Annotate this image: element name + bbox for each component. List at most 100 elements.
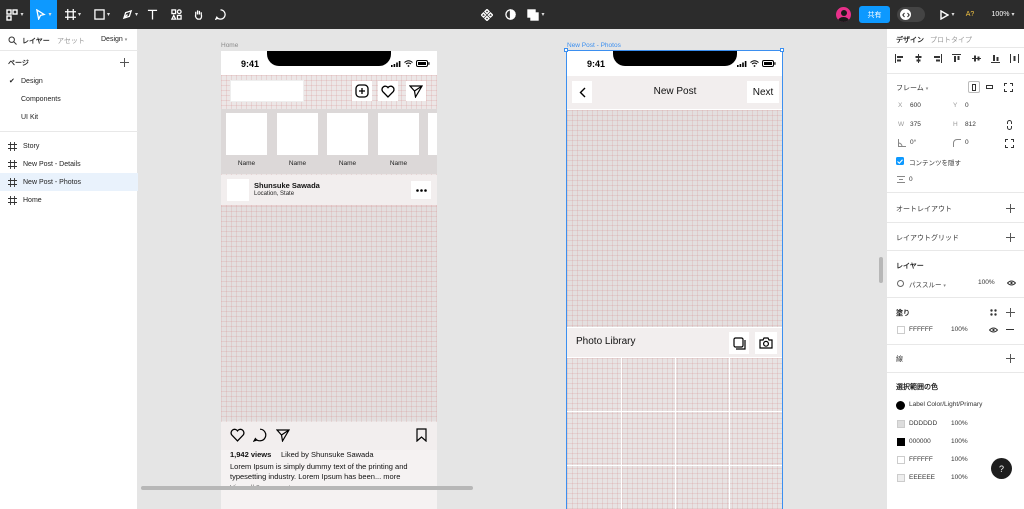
story-thumbnail[interactable] (226, 113, 267, 155)
align-right-icon[interactable] (933, 54, 943, 63)
pen-tool-button[interactable]: ▾ (117, 0, 143, 29)
landscape-toggle[interactable] (983, 81, 995, 93)
frame-label-new-post-photos[interactable]: New Post - Photos (567, 42, 621, 49)
move-tool-button[interactable]: ▾ (30, 0, 57, 29)
eye-icon[interactable] (1007, 280, 1016, 286)
vertical-scrollbar[interactable] (879, 257, 883, 283)
selection-color-hex[interactable]: EEEEEE (909, 474, 935, 481)
selection-color-swatch[interactable] (897, 456, 905, 464)
fill-hex-input[interactable]: FFFFFF (909, 326, 933, 333)
post-avatar[interactable] (227, 179, 249, 201)
post-image[interactable] (221, 206, 437, 421)
align-center-icon[interactable] (914, 54, 923, 63)
height-input[interactable]: 812 (965, 121, 976, 128)
layer-item-home[interactable]: Home (0, 191, 138, 209)
selection-color-hex[interactable]: FFFFFF (909, 456, 933, 463)
components-button[interactable] (478, 0, 496, 29)
tab-prototype[interactable]: プロトタイプ (930, 35, 972, 45)
story-thumbnail[interactable] (277, 113, 318, 155)
post-location[interactable]: Location, State (254, 191, 294, 197)
post-more-button[interactable] (411, 181, 431, 199)
post-liked-by[interactable]: Liked by Shunsuke Sawada (281, 450, 374, 459)
x-input[interactable]: 600 (910, 102, 921, 109)
constrain-proportions-icon[interactable] (1006, 120, 1013, 130)
add-page-icon[interactable] (120, 58, 129, 67)
spacing-input[interactable]: 0 (909, 176, 913, 183)
frame-section-title[interactable]: フレーム ▾ (896, 83, 928, 93)
fill-color-swatch[interactable] (897, 326, 905, 334)
tab-design[interactable]: デザイン (896, 35, 924, 45)
resize-handle[interactable] (780, 48, 784, 52)
avatar[interactable] (836, 7, 851, 22)
comment-tool-button[interactable] (211, 0, 229, 29)
add-stroke-icon[interactable] (1006, 354, 1015, 363)
color-style-swatch[interactable] (896, 401, 905, 410)
like-heart-icon[interactable] (230, 428, 245, 442)
add-layout-grid-icon[interactable] (1006, 233, 1015, 242)
selection-color-opacity[interactable]: 100% (951, 456, 968, 463)
layer-opacity-input[interactable]: 100% (978, 279, 995, 286)
share-send-icon[interactable] (276, 428, 290, 442)
layer-item-new-post-details[interactable]: New Post - Details (0, 155, 138, 173)
add-fill-icon[interactable] (1006, 308, 1015, 317)
portrait-toggle[interactable] (968, 81, 980, 93)
resize-handle[interactable] (564, 48, 568, 52)
frame-label-home[interactable]: Home (221, 42, 238, 49)
selection-color-hex[interactable]: 000000 (909, 438, 931, 445)
hand-tool-button[interactable] (189, 0, 207, 29)
corner-radius-input[interactable]: 0 (965, 139, 969, 146)
text-tool-button[interactable] (143, 0, 161, 29)
share-button[interactable]: 共有 (859, 6, 890, 23)
width-input[interactable]: 375 (910, 121, 921, 128)
bookmark-icon[interactable] (416, 428, 427, 442)
activity-button[interactable] (378, 81, 398, 101)
present-button[interactable]: ▾ (936, 0, 958, 29)
help-button[interactable]: ? (991, 458, 1012, 479)
resources-button[interactable] (167, 0, 185, 29)
missing-fonts-badge[interactable]: A? (963, 0, 977, 29)
remove-fill-icon[interactable] (1006, 329, 1014, 330)
search-icon[interactable] (8, 36, 17, 45)
horizontal-scrollbar[interactable] (141, 486, 473, 490)
fill-opacity-input[interactable]: 100% (951, 326, 968, 333)
page-item-ui-kit[interactable]: UI Kit (0, 108, 138, 126)
styles-grid-icon[interactable] (990, 309, 997, 316)
clip-content-label[interactable]: コンテンツを隠す (909, 157, 961, 167)
resize-to-fit-icon[interactable] (1004, 83, 1013, 92)
selection-color-opacity[interactable]: 100% (951, 420, 968, 427)
align-bottom-icon[interactable] (990, 54, 1000, 63)
shape-tool-button[interactable]: ▾ (89, 0, 115, 29)
new-post-button[interactable] (352, 81, 372, 101)
layer-item-new-post-photos[interactable]: New Post - Photos (0, 173, 138, 191)
align-left-icon[interactable] (895, 54, 904, 63)
boolean-ops-button[interactable]: ▾ (525, 0, 547, 29)
page-dropdown[interactable]: Design ▾ (101, 36, 127, 43)
selection-color-swatch[interactable] (897, 420, 905, 428)
clip-content-checkbox[interactable] (896, 157, 904, 165)
dev-mode-toggle[interactable] (897, 7, 925, 22)
selection-color-swatch[interactable] (897, 438, 905, 446)
main-menu-button[interactable]: ▾ (4, 0, 26, 29)
selection-color-opacity[interactable]: 100% (951, 438, 968, 445)
frame-tool-button[interactable]: ▾ (60, 0, 86, 29)
independent-corners-icon[interactable] (1005, 139, 1014, 148)
rotation-input[interactable]: 0° (910, 139, 916, 146)
layer-item-story[interactable]: Story (0, 137, 138, 155)
add-auto-layout-icon[interactable] (1006, 204, 1015, 213)
tab-assets[interactable]: アセット (57, 36, 85, 46)
page-item-design[interactable]: ✔ Design (0, 72, 138, 90)
selection-color-opacity[interactable]: 100% (951, 474, 968, 481)
post-username[interactable]: Shunsuke Sawada (254, 181, 320, 190)
blend-mode-dropdown[interactable]: パススルー ▾ (909, 279, 946, 289)
y-input[interactable]: 0 (965, 102, 969, 109)
zoom-dropdown[interactable]: 100% ▾ (988, 0, 1018, 29)
page-item-components[interactable]: Components (0, 90, 138, 108)
selection-color-name[interactable]: Label Color/Light/Primary (909, 401, 982, 408)
direct-message-button[interactable] (406, 81, 426, 101)
tab-layers[interactable]: レイヤー (22, 36, 50, 46)
story-thumbnail[interactable] (428, 113, 437, 155)
mask-button[interactable] (501, 0, 519, 29)
story-thumbnail[interactable] (378, 113, 419, 155)
distribute-icon[interactable] (1009, 54, 1019, 63)
align-middle-icon[interactable] (971, 54, 981, 63)
